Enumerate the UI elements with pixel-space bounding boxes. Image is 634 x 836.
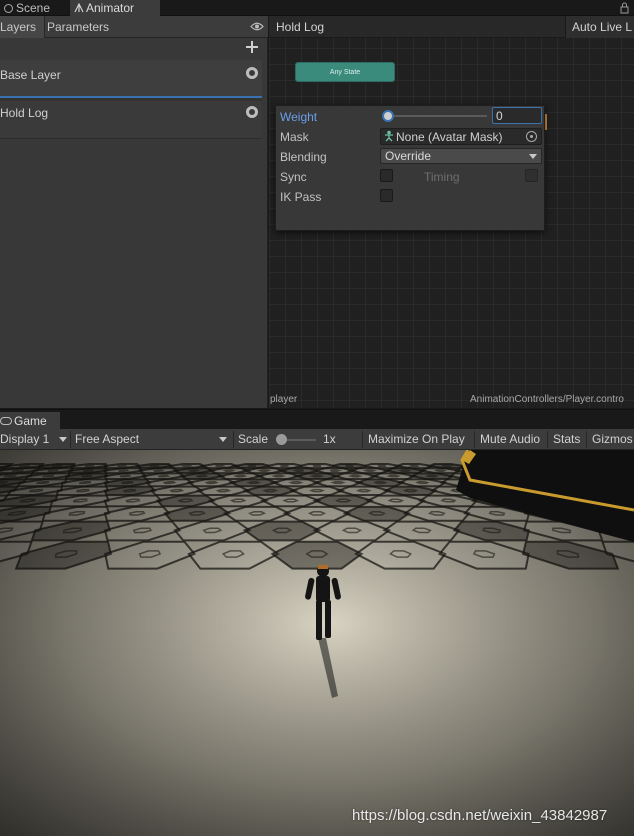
toolbar-separator <box>70 431 71 448</box>
scale-slider[interactable] <box>276 434 316 445</box>
layers-parameters-tabs: Layers Parameters <box>0 16 268 38</box>
gizmos-toggle[interactable]: Gizmos <box>592 429 633 450</box>
display-value: Display 1 <box>0 432 50 446</box>
tab-parameters[interactable]: Parameters <box>47 16 127 38</box>
animator-icon <box>74 1 84 13</box>
timing-checkbox[interactable] <box>525 169 538 182</box>
gear-icon[interactable] <box>246 106 258 118</box>
lock-icon[interactable] <box>620 2 629 14</box>
auto-live-link-button[interactable]: Auto Live L <box>565 16 634 38</box>
toolbar-separator <box>586 431 587 448</box>
display-dropdown[interactable]: Display 1 <box>0 429 68 450</box>
tab-layers-label: Layers <box>0 20 37 34</box>
toolbar-separator <box>233 431 234 448</box>
layer-settings-popup: Weight 0 Mask None (Avatar Mask) Blendin… <box>275 105 545 231</box>
graph-toolbar: Hold Log Auto Live L <box>269 16 634 38</box>
weight-slider[interactable] <box>382 110 487 122</box>
animator-graph[interactable]: Hold Log Auto Live L Any State Weight 0 … <box>269 16 634 408</box>
timing-label: Timing <box>424 170 460 184</box>
mask-label: Mask <box>280 130 309 144</box>
stats-toggle[interactable]: Stats <box>553 429 580 450</box>
avatar-mask-icon <box>384 130 394 142</box>
layer-name: Hold Log <box>0 106 49 120</box>
tab-game-label: Game <box>14 414 47 428</box>
graph-footer: player AnimationControllers/Player.contr… <box>269 392 634 408</box>
tab-scene[interactable]: Scene <box>0 0 68 16</box>
maximize-on-play-toggle[interactable]: Maximize On Play <box>368 429 465 450</box>
gear-icon[interactable] <box>246 67 258 79</box>
weight-label: Weight <box>280 110 318 124</box>
game-tab-strip: Game <box>0 409 634 430</box>
aspect-value: Free Aspect <box>75 432 140 446</box>
chevron-down-icon <box>59 437 67 442</box>
tab-divider <box>44 16 45 38</box>
game-toolbar: Display 1 Free Aspect Scale 1x Maximize … <box>0 429 634 450</box>
tab-animator[interactable]: Animator <box>70 0 160 16</box>
sync-checkbox[interactable] <box>380 169 393 182</box>
layer-row-hold-log[interactable]: Hold Log <box>0 101 262 139</box>
slider-thumb[interactable] <box>276 434 287 445</box>
ik-pass-label: IK Pass <box>280 190 322 204</box>
weight-field[interactable]: 0 <box>492 107 542 124</box>
sync-label: Sync <box>280 170 307 184</box>
any-state-label: Any State <box>329 69 361 76</box>
slider-thumb[interactable] <box>382 110 394 122</box>
aspect-dropdown[interactable]: Free Aspect <box>75 429 230 450</box>
auto-live-link-label: Auto Live L <box>572 20 633 34</box>
toolbar-separator <box>362 431 363 448</box>
blending-label: Blending <box>280 150 327 164</box>
chevron-down-icon <box>529 154 537 159</box>
controller-path: AnimationControllers/Player.contro <box>470 394 624 405</box>
hex-floor-scene <box>0 450 634 836</box>
watermark-text: https://blog.csdn.net/weixin_43842987 <box>352 807 608 824</box>
object-picker-icon[interactable] <box>526 131 537 142</box>
layer-name: Base Layer <box>0 68 61 82</box>
plus-icon <box>246 41 258 53</box>
weight-value: 0 <box>496 109 503 123</box>
eye-icon[interactable] <box>250 21 264 32</box>
toolbar-separator <box>474 431 475 448</box>
chevron-down-icon <box>219 437 227 442</box>
slider-track <box>384 115 487 117</box>
scene-icon <box>4 4 13 13</box>
mask-value: None (Avatar Mask) <box>396 130 503 144</box>
blending-dropdown[interactable]: Override <box>380 148 542 164</box>
toolbar-separator <box>547 431 548 448</box>
add-layer-button[interactable] <box>245 40 259 54</box>
controller-name: player <box>270 394 298 405</box>
game-viewport[interactable]: https://blog.csdn.net/weixin_43842987 <box>0 450 634 836</box>
any-state-node[interactable]: Any State <box>295 62 395 82</box>
ik-pass-checkbox[interactable] <box>380 189 393 202</box>
tab-layers[interactable]: Layers <box>0 16 44 38</box>
blending-value: Override <box>385 149 432 163</box>
tab-animator-label: Animator <box>86 1 135 15</box>
mute-audio-toggle[interactable]: Mute Audio <box>480 429 540 450</box>
mask-object-field[interactable]: None (Avatar Mask) <box>380 128 542 145</box>
editor-tab-strip: Scene Animator <box>0 0 634 16</box>
tab-scene-label: Scene <box>16 1 51 15</box>
gamepad-icon <box>0 417 12 425</box>
scale-value: 1x <box>323 432 336 446</box>
breadcrumb[interactable]: Hold Log <box>276 20 324 34</box>
tab-parameters-label: Parameters <box>47 20 110 34</box>
layer-row-base[interactable]: Base Layer <box>0 60 262 98</box>
layers-panel: Layers Parameters Base Layer Hold Log <box>0 16 268 408</box>
tab-game[interactable]: Game <box>0 412 60 430</box>
scale-label: Scale <box>238 432 269 446</box>
